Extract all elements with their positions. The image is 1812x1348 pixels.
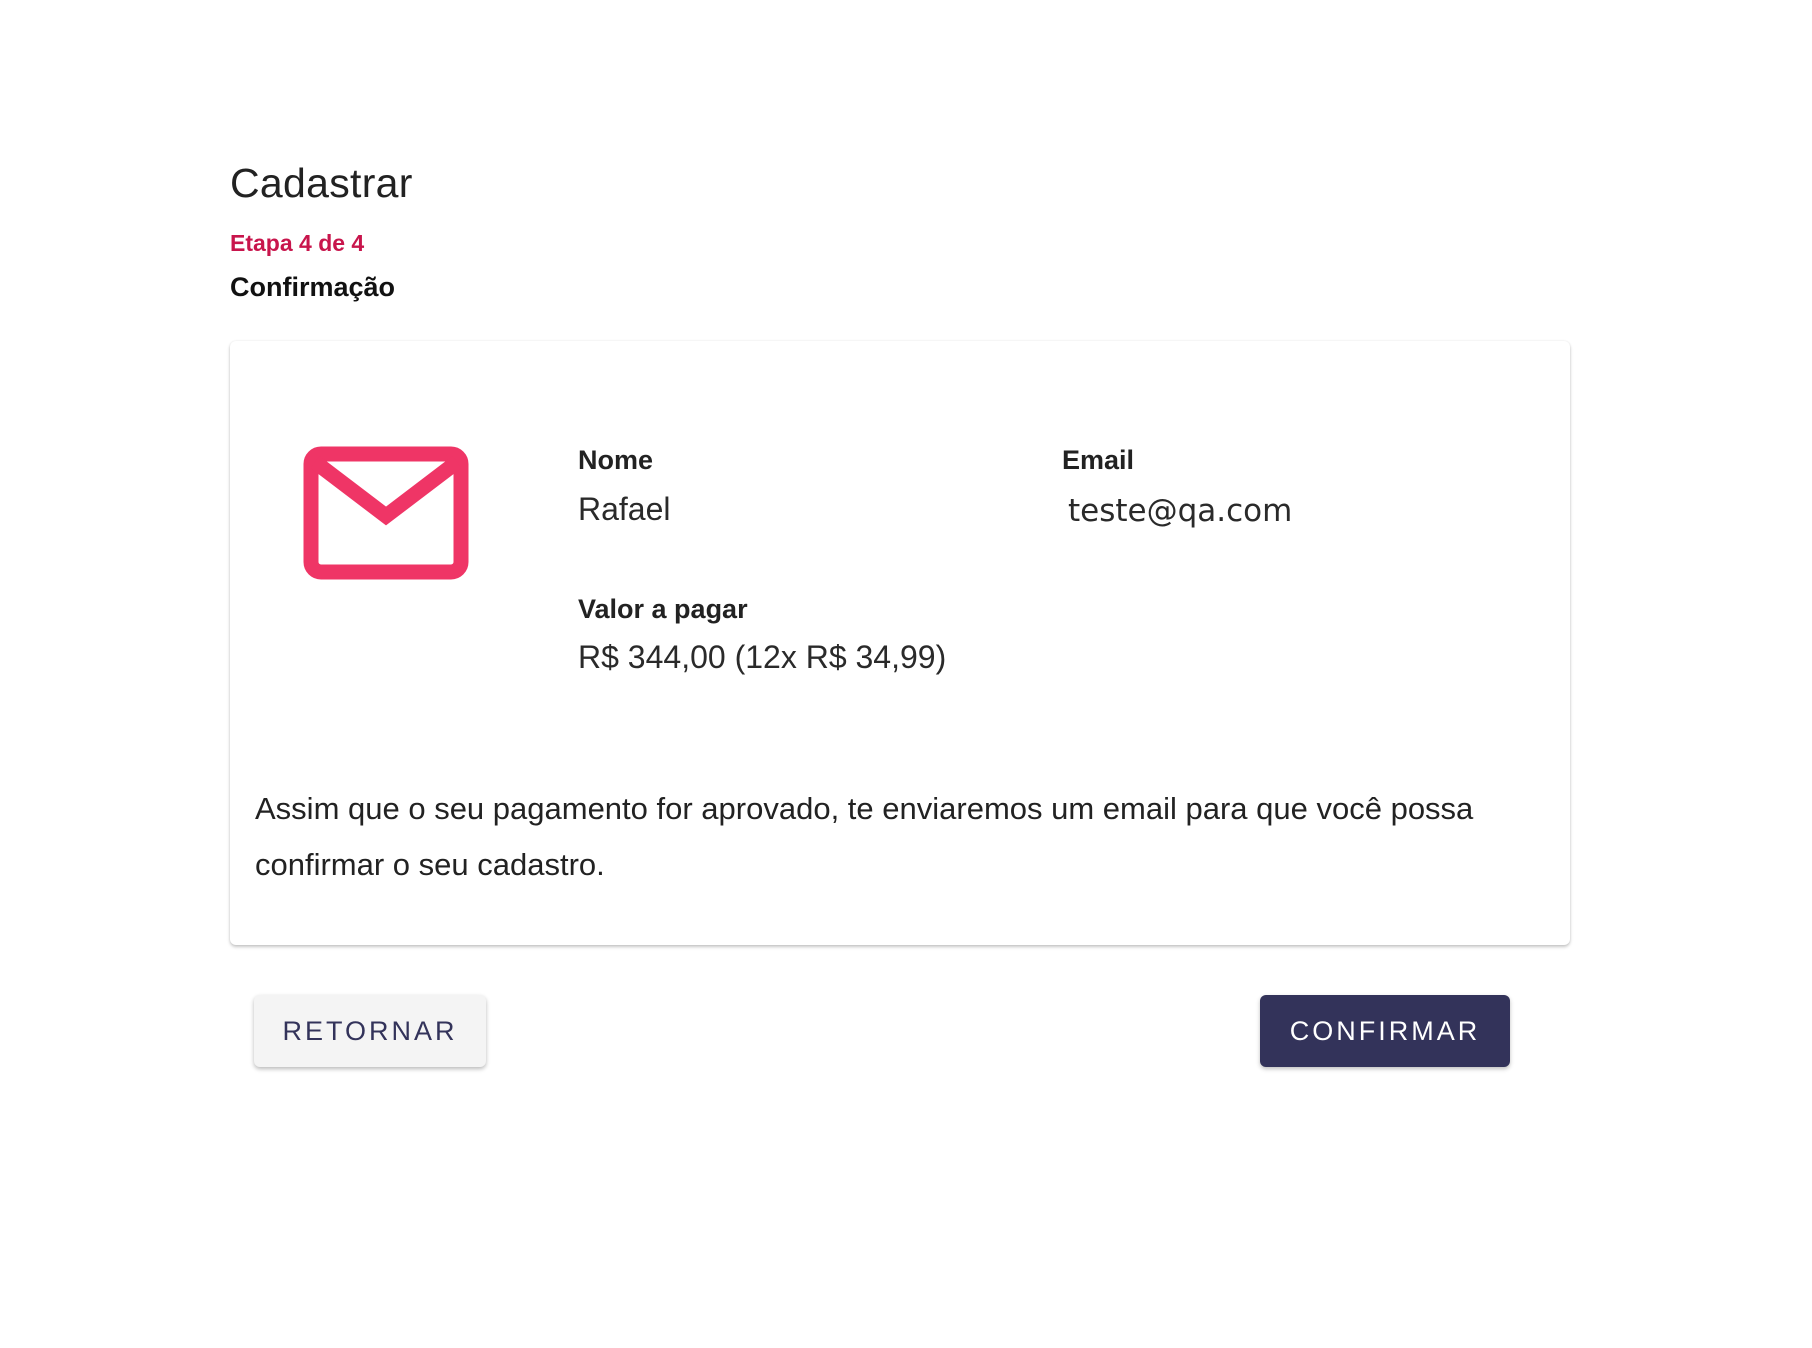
page-title: Cadastrar [230, 160, 413, 206]
mail-icon [303, 446, 469, 580]
step-title: Confirmação [230, 272, 396, 302]
step-indicator: Etapa 4 de 4 [230, 230, 365, 256]
back-button[interactable]: Retornar [254, 995, 486, 1067]
confirm-button[interactable]: Confirmar [1260, 995, 1510, 1067]
confirmation-message: Assim que o seu pagamento for aprovado, … [255, 791, 1474, 882]
amount-value: R$ 344,00 (12x R$ 34,99) [578, 639, 947, 675]
email-label: Email [1062, 445, 1135, 475]
name-label: Nome [578, 445, 654, 475]
email-value: teste@qa.com [1068, 493, 1293, 529]
confirmation-card: Nome Rafael Email teste@qa.com Valor a p… [230, 341, 1570, 945]
name-value: Rafael [578, 491, 671, 527]
amount-label: Valor a pagar [578, 594, 748, 624]
